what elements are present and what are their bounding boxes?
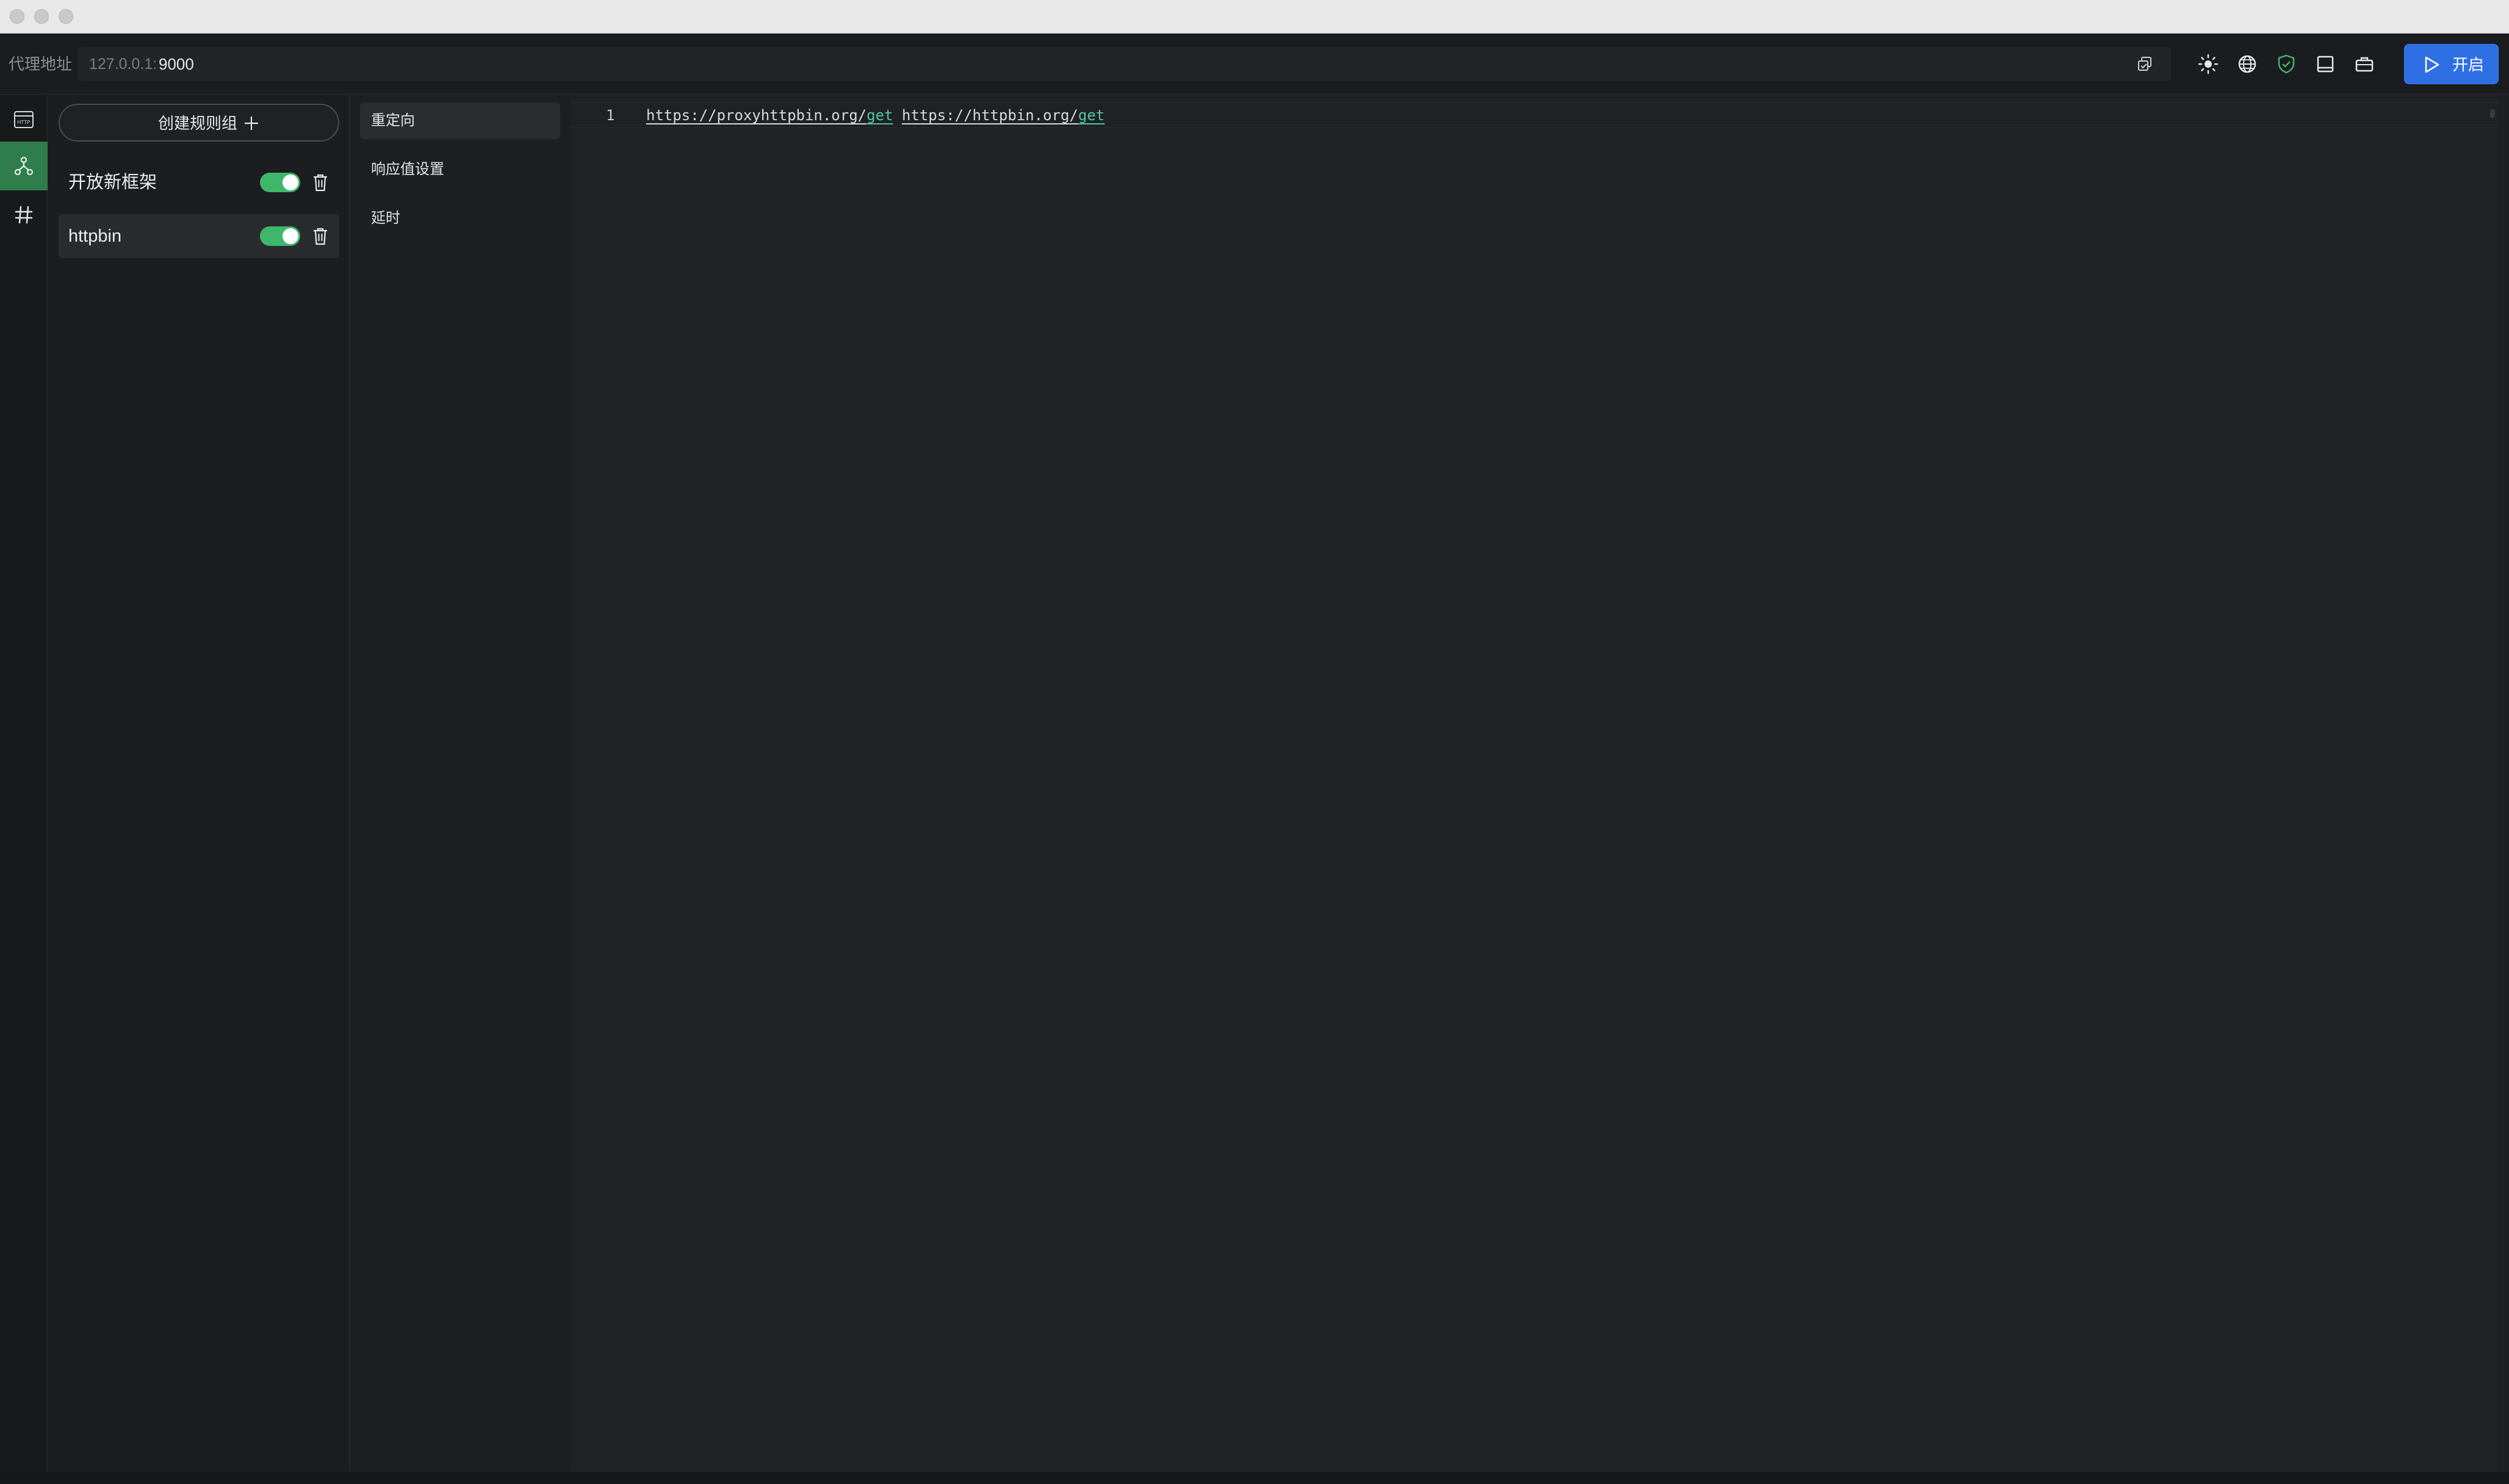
target-url-base: https://httpbin.org/ (902, 107, 1079, 124)
hash-icon (15, 206, 33, 224)
window-bottom-edge (0, 1472, 2509, 1484)
editor-scrollbar[interactable] (2490, 109, 2495, 118)
proxy-port-input[interactable]: 9000 (159, 53, 194, 75)
start-proxy-button[interactable]: 开启 (2404, 44, 2499, 84)
source-url-path: get (866, 107, 893, 124)
rule-code[interactable]: https://proxyhttpbin.org/get https://htt… (646, 106, 1104, 125)
shield-check-icon[interactable] (2275, 53, 2297, 75)
proxy-address-label: 代理地址 (9, 55, 73, 73)
plus-icon (245, 117, 258, 130)
rule-type-redirect[interactable]: 重定向 (360, 103, 560, 139)
editor-line[interactable]: 1 https://proxyhttpbin.org/get https://h… (571, 103, 2499, 128)
rule-type-delay[interactable]: 延时 (360, 200, 560, 237)
rule-group-row[interactable]: httpbin (59, 214, 339, 258)
rules-icon (15, 157, 33, 175)
zoom-window-button[interactable] (59, 9, 73, 24)
trash-icon[interactable] (311, 226, 329, 246)
rule-group-row[interactable]: 开放新框架 (59, 160, 339, 204)
rule-editor[interactable]: 1 https://proxyhttpbin.org/get https://h… (571, 95, 2499, 1472)
nav-http[interactable]: HTTP (0, 95, 48, 144)
nav-rules[interactable] (0, 142, 48, 190)
rule-type-response[interactable]: 响应值设置 (360, 151, 560, 188)
panel-icon[interactable] (2314, 53, 2336, 75)
rule-groups-panel: 创建规则组 开放新框架 httpbin (48, 95, 350, 1478)
nav-rail: HTTP (0, 95, 48, 1478)
nav-hash[interactable] (0, 190, 48, 239)
close-window-button[interactable] (10, 9, 24, 24)
rule-group-name: httpbin (68, 226, 122, 246)
play-icon (2425, 56, 2439, 73)
source-url-base: https://proxyhttpbin.org/ (646, 107, 867, 124)
rule-types-panel: 重定向 响应值设置 延时 (350, 95, 570, 1478)
rule-group-toggle[interactable] (260, 173, 300, 192)
toolbox-icon[interactable] (2353, 53, 2375, 75)
minimize-window-button[interactable] (34, 9, 49, 24)
line-number: 1 (606, 107, 615, 124)
globe-icon[interactable] (2236, 53, 2258, 75)
rule-type-label: 延时 (371, 210, 400, 226)
top-toolbar: 代理地址 127.0.0.1: 9000 开启 (0, 34, 2509, 95)
rule-group-name: 开放新框架 (68, 173, 157, 192)
create-rule-group-button[interactable]: 创建规则组 (59, 104, 339, 142)
trash-icon[interactable] (311, 173, 329, 192)
sun-icon[interactable] (2197, 53, 2219, 75)
copy-icon[interactable] (2136, 54, 2155, 74)
proxy-address-field[interactable]: 127.0.0.1: 9000 (78, 47, 2171, 81)
start-button-label: 开启 (2452, 56, 2485, 74)
proxy-host-text: 127.0.0.1: (89, 56, 157, 73)
svg-text:HTTP: HTTP (18, 120, 31, 125)
target-url-path: get (1078, 107, 1105, 124)
window-titlebar (0, 0, 2509, 34)
rule-type-label: 重定向 (371, 112, 415, 129)
create-rule-group-label: 创建规则组 (158, 114, 238, 132)
rule-type-label: 响应值设置 (371, 161, 444, 178)
rule-group-toggle[interactable] (260, 226, 300, 246)
http-icon: HTTP (14, 111, 34, 128)
